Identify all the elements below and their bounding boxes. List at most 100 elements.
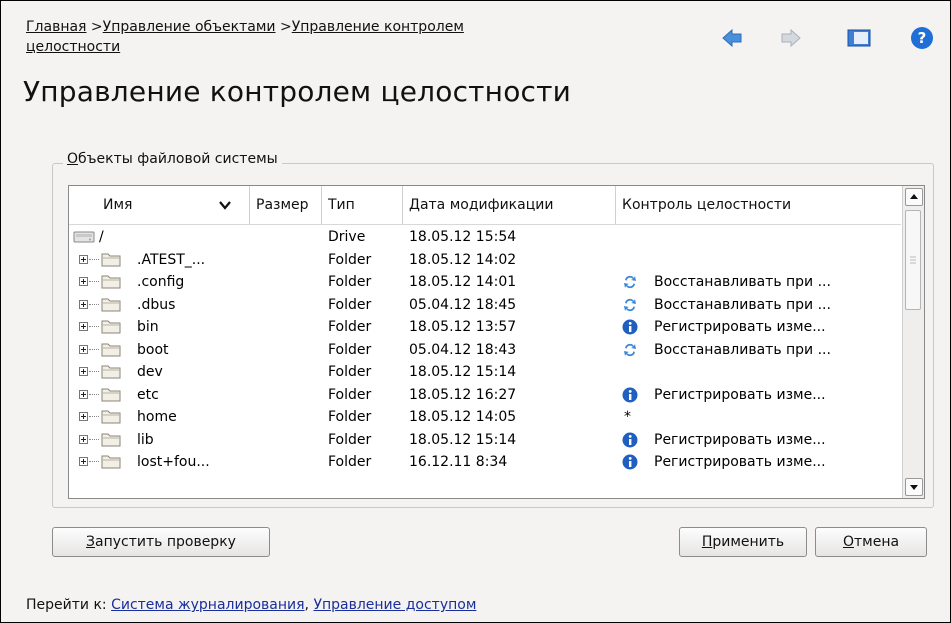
grip-icon: [910, 256, 916, 264]
scroll-up-button[interactable]: [905, 188, 923, 206]
group-title: Объекты файловой системы: [63, 151, 282, 167]
expand-plus-icon[interactable]: [79, 412, 88, 421]
triangle-up-icon: [910, 194, 918, 199]
table-row[interactable]: lib Folder 18.05.12 15:14 Регистрировать из…: [69, 429, 901, 451]
cell-type: Folder: [328, 341, 372, 358]
scrollbar-thumb[interactable]: [905, 210, 921, 310]
expand-plus-icon[interactable]: [79, 322, 88, 331]
tree-connector: [89, 258, 99, 261]
group-title-rest: бъекты файловой системы: [78, 151, 278, 167]
cell-type: Folder: [328, 454, 372, 470]
table-row[interactable]: dev Folder 18.05.12 15:14: [69, 361, 901, 383]
cell-name: .ATEST_...: [137, 251, 206, 268]
cell-date: 05.04.12 18:43: [409, 341, 517, 358]
folder-icon: [101, 386, 121, 402]
info-icon: [622, 432, 638, 448]
table-row[interactable]: .ATEST_... Folder 18.05.12 14:02: [69, 249, 901, 271]
expand-plus-icon[interactable]: [79, 457, 88, 466]
table-row[interactable]: bin Folder 18.05.12 13:57 Регистрировать из…: [69, 316, 901, 338]
cell-date: 18.05.12 13:57: [409, 319, 517, 335]
table-row[interactable]: lost+fou... Folder 16.12.11 8:34 Регистриро…: [69, 451, 901, 473]
cell-date: 18.05.12 14:01: [409, 274, 517, 290]
goto-logging-link[interactable]: Система журналирования: [111, 597, 304, 613]
tree-connector: [89, 348, 99, 351]
page-title: Управление контролем целостности: [23, 75, 572, 108]
folder-icon: [101, 251, 121, 267]
column-date-header[interactable]: Дата модификации: [403, 186, 616, 224]
cell-integrity-control: Восстанавливать при ...: [654, 274, 831, 290]
table-row[interactable]: / Drive 18.05.12 15:54: [69, 226, 901, 248]
goto-label: Перейти к:: [26, 597, 112, 613]
cell-integrity-control: Регистрировать изме...: [654, 454, 826, 470]
run-check-button[interactable]: Запустить проверку: [52, 527, 270, 557]
cell-type: Folder: [328, 319, 372, 335]
breadcrumb-separator: >: [275, 19, 292, 35]
tree-connector: [89, 461, 99, 463]
cell-type: Folder: [328, 409, 372, 425]
cell-date: 05.04.12 18:45: [409, 296, 517, 313]
filesystem-tree[interactable]: Имя Размер Тип Дата модификации Контроль…: [68, 185, 925, 499]
cell-type: Folder: [328, 251, 372, 268]
table-row[interactable]: home Folder 18.05.12 14:05 *: [69, 406, 901, 428]
breadcrumb-separator: >: [86, 19, 103, 35]
apply-button[interactable]: Применить: [679, 527, 807, 557]
cell-name: .config: [137, 274, 185, 290]
arrow-left-icon: [722, 28, 742, 48]
cell-name: lib: [137, 431, 154, 448]
breadcrumb-integrity-link-cont[interactable]: целостности: [26, 39, 120, 55]
goto-access-link[interactable]: Управление доступом: [313, 597, 476, 613]
restore-icon: [622, 274, 638, 290]
group-title-mnemonic: О: [67, 151, 79, 167]
cell-type: Folder: [328, 386, 372, 403]
cell-date: 18.05.12 14:05: [409, 409, 517, 425]
scroll-down-button[interactable]: [905, 478, 923, 496]
expand-plus-icon[interactable]: [79, 254, 88, 264]
folder-icon: [101, 273, 121, 289]
column-type-header[interactable]: Тип: [322, 186, 403, 224]
cancel-button[interactable]: Отмена: [815, 527, 927, 557]
help-button[interactable]: ?: [909, 25, 935, 51]
window-button[interactable]: [846, 25, 872, 51]
info-icon: [622, 387, 638, 403]
tree-connector: [89, 303, 99, 306]
cell-name: .dbus: [137, 296, 176, 313]
restore-icon: [622, 297, 638, 313]
cell-type: Folder: [328, 431, 372, 448]
breadcrumb-objects-link[interactable]: Управление объектами: [103, 19, 276, 35]
cell-type: Folder: [328, 296, 372, 313]
expand-plus-icon[interactable]: [79, 434, 88, 444]
column-size-header[interactable]: Размер: [250, 186, 322, 224]
expand-plus-icon[interactable]: [79, 367, 88, 376]
forward-button[interactable]: [778, 25, 804, 51]
cell-date: 18.05.12 16:27: [409, 386, 517, 403]
cell-name: bin: [137, 319, 159, 335]
column-integrity-header[interactable]: Контроль целостности: [616, 186, 901, 224]
back-button[interactable]: [719, 25, 745, 51]
tree-connector: [89, 393, 99, 396]
column-name-header[interactable]: Имя: [69, 186, 250, 224]
folder-icon: [101, 341, 121, 357]
triangle-down-icon: [910, 485, 918, 490]
folder-icon: [101, 296, 121, 312]
expand-plus-icon[interactable]: [79, 299, 88, 309]
expand-plus-icon[interactable]: [79, 344, 88, 354]
help-icon: ?: [911, 27, 933, 49]
cell-name: lost+fou...: [137, 454, 210, 470]
expand-plus-icon[interactable]: [79, 389, 88, 399]
table-row[interactable]: boot Folder 05.04.12 18:43 Восстанавливать …: [69, 339, 901, 361]
table-row[interactable]: .config Folder 18.05.12 14:01 Восстанавлива…: [69, 271, 901, 293]
cell-name: home: [137, 409, 177, 425]
cell-integrity-control: Восстанавливать при ...: [654, 296, 831, 313]
vertical-scrollbar[interactable]: [902, 186, 924, 498]
table-header: Имя Размер Тип Дата модификации Контроль…: [69, 186, 901, 225]
cell-date: 18.05.12 15:54: [409, 229, 517, 245]
table-row[interactable]: etc Folder 18.05.12 16:27 Регистрировать из…: [69, 384, 901, 406]
breadcrumb-integrity-link[interactable]: Управление контролем: [292, 19, 464, 35]
table-row[interactable]: .dbus Folder 05.04.12 18:45 Восстанавливать…: [69, 294, 901, 316]
breadcrumb-home-link[interactable]: Главная: [26, 19, 86, 35]
window-icon: [847, 29, 871, 47]
expand-plus-icon[interactable]: [79, 277, 88, 286]
sort-chevron-down-icon: [219, 201, 231, 210]
cell-name: boot: [137, 341, 169, 358]
folder-icon: [101, 453, 121, 469]
